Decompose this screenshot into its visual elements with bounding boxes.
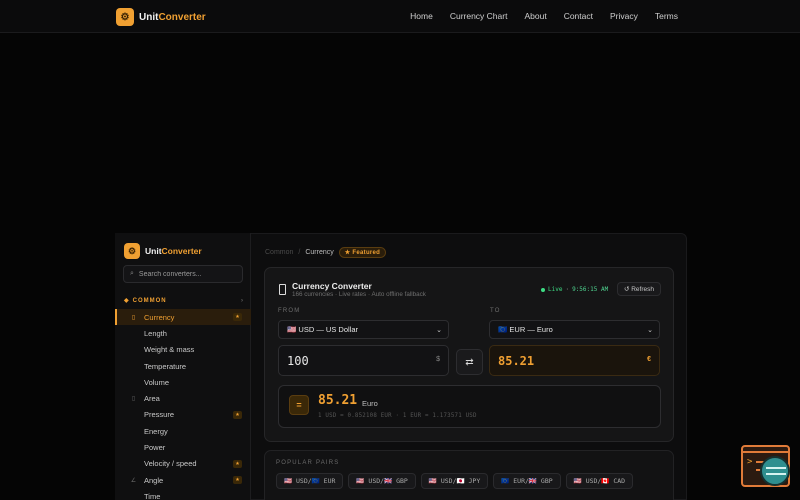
popular-pairs-heading: POPULAR PAIRS [276,460,340,466]
converter-subtitle: 166 currencies · Live rates · Auto offli… [292,291,426,298]
star-icon: ★ [233,313,242,321]
brand-logo[interactable]: ⚙ UnitConverter [116,8,206,26]
sidebar-item-weight[interactable]: Weight & mass [115,342,251,358]
chevron-down-icon: ⌄ [436,327,442,334]
gear-icon: ⚙ [116,8,134,26]
pair-chip[interactable]: 🇪🇺 EUR/🇬🇧 GBP [493,473,561,489]
sidebar-item-label: Length [144,328,167,338]
nav-link-terms[interactable]: Terms [655,11,678,21]
brand-name: UnitConverter [139,11,206,23]
sidebar-item-label: Volume [144,377,170,387]
sidebar-item-label: Power [144,443,166,453]
to-currency-select[interactable]: 🇪🇺 EUR — Euro ⌄ [489,320,660,339]
from-currency-value: 🇺🇸 USD — US Dollar [287,325,359,334]
sidebar-brand[interactable]: ⚙ UnitConverter [124,243,202,259]
sidebar-item-velocity[interactable]: Velocity / speed ★ [115,456,251,472]
sidebar-item-temperature[interactable]: Temperature [115,358,251,374]
breadcrumb: Common / Currency ★ Featured [265,247,387,258]
from-currency-symbol: $ [436,356,440,363]
to-amount-value: 85.21 [498,353,535,368]
sidebar-brand-name: UnitConverter [145,246,202,256]
area-icon: ▯ [131,396,136,403]
converter-title: Currency Converter [292,281,372,291]
breadcrumb-separator: / [298,249,301,256]
nav-link-home[interactable]: Home [410,11,433,21]
swap-button[interactable]: ⇄ [456,349,483,375]
angle-icon: ∠ [130,477,137,484]
file-icon: ▯ [131,314,136,321]
live-separator: · [565,286,570,293]
star-icon: ★ [233,459,242,468]
sidebar-item-label: Velocity / speed [144,459,197,469]
exchange-rate-text: 1 USD = 0.852108 EUR · 1 EUR = 1.173571 … [318,413,477,419]
pair-chip[interactable]: 🇺🇸 USD/🇨🇦 CAD [565,473,634,489]
nav-link-contact[interactable]: Contact [564,11,593,21]
top-navbar: ⚙ UnitConverter Home Currency Chart Abou… [0,0,800,33]
from-amount-value: 100 [287,353,309,368]
sidebar-item-label: Time [144,491,161,500]
sidebar-item-label: Weight & mass [144,345,195,355]
nav-link-currency-chart[interactable]: Currency Chart [450,11,508,21]
sidebar-item-volume[interactable]: Volume [115,374,251,390]
refresh-button[interactable]: ↺ Refresh [617,282,661,296]
converter-list: ▯ Currency ★ Length Weight & mass Temper… [115,309,251,500]
sidebar-item-length[interactable]: Length [115,325,251,341]
phone-icon [279,284,286,295]
breadcrumb-current: Currency [305,249,334,256]
sidebar-item-pressure[interactable]: Pressure ★ [115,407,251,423]
result-panel: = 85.21 Euro 1 USD = 0.852108 EUR · 1 EU… [278,385,661,428]
sidebar-item-label: Temperature [144,361,187,371]
nav-link-privacy[interactable]: Privacy [610,11,638,21]
converter-card: Currency Converter 166 currencies · Live… [264,267,674,442]
star-icon: ★ [233,475,242,484]
live-time: 9:56:15 AM [572,286,609,293]
terminal-prompt-icon: > [747,457,753,467]
chevron-icon: › [241,297,244,304]
pair-chip[interactable]: 🇺🇸 USD/🇬🇧 GBP [348,473,416,489]
live-dot-icon [541,287,545,292]
search-input[interactable] [138,270,234,278]
sidebar-item-energy[interactable]: Energy [115,423,251,439]
window-bar [743,447,788,453]
to-currency-value: 🇪🇺 EUR — Euro [498,325,553,334]
to-label: TO [490,308,501,314]
popular-pairs-list: 🇺🇸 USD/🇪🇺 EUR 🇺🇸 USD/🇬🇧 GBP 🇺🇸 USD/🇯🇵 JP… [276,473,666,489]
sidebar-search[interactable]: ⌕ [123,265,243,283]
result-currency: Euro [362,399,378,408]
from-amount-input[interactable]: 100 $ [278,345,449,376]
chat-globe-icon[interactable] [760,456,790,486]
sidebar-item-area[interactable]: ▯ Area [115,390,251,406]
search-icon: ⌕ [130,270,134,277]
from-currency-select[interactable]: 🇺🇸 USD — US Dollar ⌄ [278,320,449,339]
sidebar: ⚙ UnitConverter ⌕ ◆COMMON › ▯ Currency ★… [115,233,251,500]
sidebar-item-label: Pressure [144,410,175,420]
to-amount-field[interactable]: 85.21 € [489,345,660,376]
pair-chip[interactable]: 🇺🇸 USD/🇯🇵 JPY [420,473,489,489]
section-dot-icon: ◆ [124,298,130,304]
popular-pairs-card: POPULAR PAIRS 🇺🇸 USD/🇪🇺 EUR 🇺🇸 USD/🇬🇧 GB… [264,450,674,500]
sidebar-item-currency[interactable]: ▯ Currency ★ [115,309,251,326]
live-status: Live · 9:56:15 AM [541,286,608,293]
sidebar-item-label: Angle [144,475,164,485]
to-currency-symbol: € [647,356,651,363]
from-label: FROM [278,308,301,314]
sidebar-item-time[interactable]: Time [115,488,251,500]
chevron-down-icon: ⌄ [647,327,653,334]
result-value: 85.21 [318,393,358,408]
live-label: Live [548,286,563,293]
sidebar-item-power[interactable]: Power [115,439,251,455]
star-icon: ★ [233,410,242,419]
sidebar-item-label: Currency [144,312,175,322]
equals-icon: = [289,395,309,415]
gear-icon: ⚙ [124,243,140,259]
sidebar-item-label: Energy [144,426,168,436]
main-nav: Home Currency Chart About Contact Privac… [410,11,678,21]
breadcrumb-root[interactable]: Common [265,249,293,256]
sidebar-item-angle[interactable]: ∠ Angle ★ [115,472,251,488]
nav-link-about[interactable]: About [524,11,546,21]
sidebar-item-label: Area [144,394,160,404]
pair-chip[interactable]: 🇺🇸 USD/🇪🇺 EUR [276,473,344,489]
featured-badge: ★ Featured [338,247,387,258]
section-header-common[interactable]: ◆ COMMON › [124,297,244,305]
